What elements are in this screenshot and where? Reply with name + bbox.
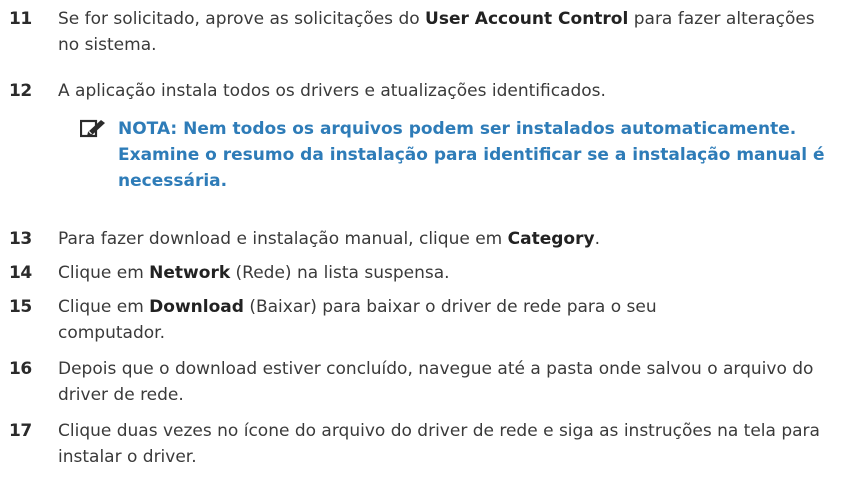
- step-text-before: Para fazer download e instalação manual,…: [58, 229, 508, 249]
- step-text-before: Se for solicitado, aprove as solicitaçõe…: [58, 9, 426, 29]
- step-text-bold: Category: [507, 229, 595, 249]
- step-text-after: .: [594, 229, 600, 249]
- step-text-bold: User Account Control: [425, 9, 629, 29]
- step-number: 12: [9, 81, 32, 101]
- step-text: Se for solicitado, aprove as solicitaçõe…: [58, 6, 828, 58]
- step-number: 16: [9, 359, 32, 379]
- note-text: NOTA: Nem todos os arquivos podem ser in…: [118, 119, 825, 191]
- document-page: 11 Se for solicitado, aprove as solicita…: [0, 0, 853, 480]
- step-text-bold: Network: [149, 263, 231, 283]
- step-number: 13: [9, 229, 32, 249]
- step-text-after: (Rede) na lista suspensa.: [230, 263, 450, 283]
- step-text: Clique duas vezes no ícone do arquivo do…: [58, 421, 820, 467]
- step-text: Para fazer download e instalação manual,…: [58, 226, 828, 252]
- step-text: Depois que o download estiver concluído,…: [58, 359, 814, 405]
- step-text-before: Clique em: [58, 263, 150, 283]
- step-number: 14: [9, 263, 32, 283]
- step-text-bold: Download: [149, 297, 244, 317]
- step-text-before: Clique em: [58, 297, 150, 317]
- step-number: 17: [9, 421, 32, 441]
- pencil-note-icon: [80, 119, 105, 138]
- step-text: A aplicação instala todos os drivers e a…: [58, 81, 606, 101]
- step-text: Clique em Download (Baixar) para baixar …: [58, 294, 658, 346]
- step-text: Clique em Network (Rede) na lista suspen…: [58, 260, 828, 286]
- step-number: 15: [9, 297, 32, 317]
- step-number: 11: [9, 9, 32, 29]
